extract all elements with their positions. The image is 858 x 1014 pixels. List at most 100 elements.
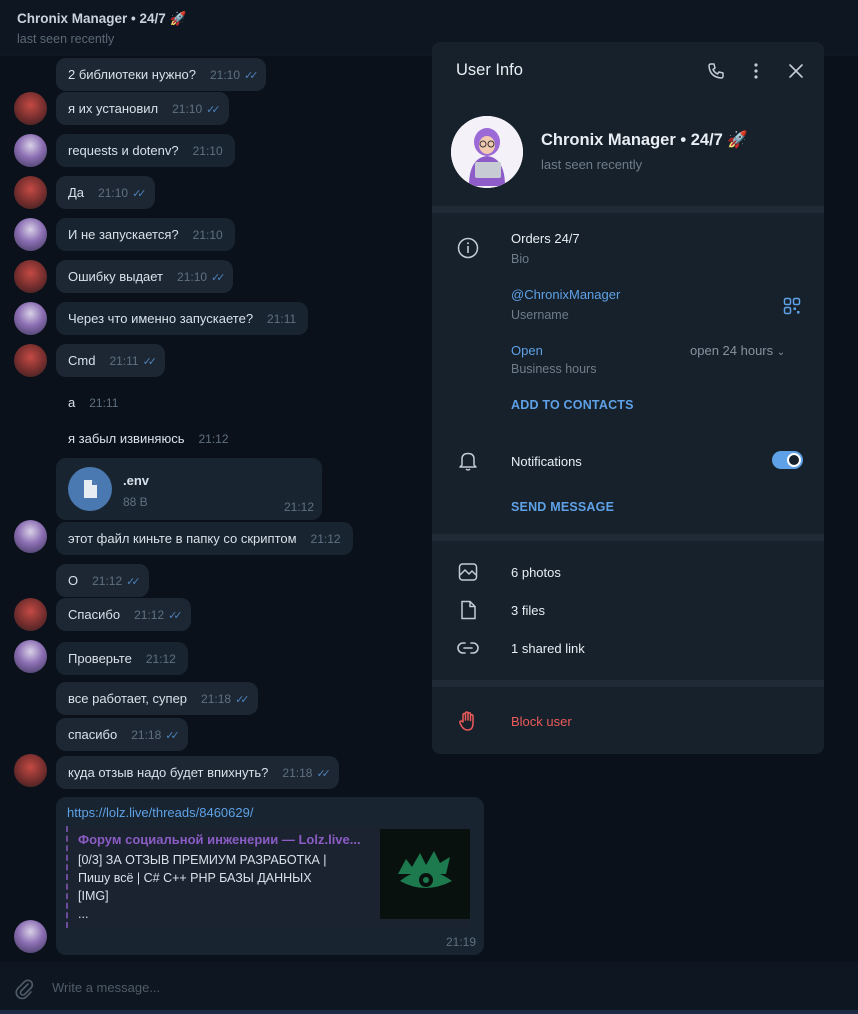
bio-label: Bio: [511, 252, 530, 266]
message-bubble[interactable]: я забыл извиняюсь 21:12: [56, 422, 241, 455]
message-time: 21:18: [201, 692, 232, 706]
file-name: .env: [123, 473, 150, 488]
read-checks-icon: ✓✓: [206, 104, 221, 116]
message-bubble[interactable]: все работает, супер 21:18 ✓✓: [56, 682, 258, 715]
avatar[interactable]: [14, 344, 47, 377]
avatar[interactable]: [14, 520, 47, 553]
shared-links-item[interactable]: 1 shared link: [511, 641, 585, 656]
message-bubble[interactable]: спасибо 21:18 ✓✓: [56, 718, 188, 751]
send-message-button[interactable]: SEND MESSAGE: [511, 500, 614, 514]
qr-code-button[interactable]: [780, 294, 804, 318]
add-to-contacts-button[interactable]: ADD TO CONTACTS: [511, 398, 634, 412]
username-link[interactable]: @ChronixManager: [511, 287, 620, 302]
close-button[interactable]: [784, 59, 808, 83]
avatar[interactable]: [14, 260, 47, 293]
section-divider: [432, 206, 824, 213]
attach-icon[interactable]: [14, 978, 34, 1000]
message-bubble[interactable]: Проверьте 21:12: [56, 642, 188, 675]
link-message[interactable]: https://lolz.live/threads/8460629/ Форум…: [56, 797, 484, 955]
avatar[interactable]: [14, 134, 47, 167]
chat-status: last seen recently: [17, 32, 115, 46]
file-size: 88 B: [123, 495, 148, 509]
business-hours-label: Business hours: [511, 362, 597, 376]
message-text: куда отзыв надо будет впихнуть?: [68, 765, 269, 780]
business-hours-value: open 24 hours: [690, 343, 774, 358]
toggle-knob: [787, 453, 801, 467]
message-text: Cmd: [68, 353, 96, 368]
avatar[interactable]: [14, 640, 47, 673]
message-text: И не запускается?: [68, 227, 179, 242]
message-text: Ошибку выдает: [68, 269, 164, 284]
message-time: 21:11: [109, 354, 139, 368]
message-text: Проверьте: [68, 651, 132, 666]
more-button[interactable]: [744, 59, 768, 83]
profile-avatar[interactable]: [451, 116, 523, 188]
username-label: Username: [511, 308, 569, 322]
avatar[interactable]: [14, 176, 47, 209]
message-bubble[interactable]: requests и dotenv? 21:10: [56, 134, 235, 167]
avatar[interactable]: [14, 302, 47, 335]
message-bubble[interactable]: О 21:12 ✓✓: [56, 564, 149, 597]
phone-icon: [708, 63, 724, 79]
chat-title: Chronix Manager • 24/7 🚀: [17, 11, 187, 26]
file-message[interactable]: .env 88 B 21:12: [56, 458, 322, 520]
read-checks-icon: ✓✓: [244, 70, 259, 82]
message-text: а: [68, 395, 76, 410]
file-icon[interactable]: [68, 467, 112, 511]
profile-avatar-image: [451, 116, 523, 188]
message-text: Через что именно запускаете?: [68, 311, 254, 326]
user-info-panel: User Info Chronix Manager • 24/7 🚀 last …: [432, 42, 824, 754]
link-preview-description: [0/3] ЗА ОТЗЫВ ПРЕМИУМ РАЗРАБОТКА | Пишу…: [78, 853, 327, 921]
avatar[interactable]: [14, 218, 47, 251]
call-button[interactable]: [704, 59, 728, 83]
shared-files-item[interactable]: 3 files: [511, 603, 545, 618]
notifications-toggle[interactable]: [772, 451, 803, 469]
avatar[interactable]: [14, 92, 47, 125]
bottom-divider: [0, 1010, 858, 1014]
shared-photos-item[interactable]: 6 photos: [511, 565, 561, 580]
message-bubble[interactable]: я их установил 21:10 ✓✓: [56, 92, 229, 125]
bell-icon: [456, 449, 480, 473]
link-icon: [456, 636, 480, 660]
link-preview-site: Форум социальной инженерии — Lolz.live..…: [78, 832, 361, 847]
message-text: requests и dotenv?: [68, 143, 179, 158]
message-text: Спасибо: [68, 607, 121, 622]
read-checks-icon: ✓✓: [165, 730, 180, 742]
message-time: 21:19: [445, 935, 476, 949]
message-text: я забыл извиняюсь: [68, 431, 185, 446]
message-text: все работает, супер: [68, 691, 188, 706]
message-bubble[interactable]: И не запускается? 21:10: [56, 218, 235, 251]
message-bubble[interactable]: Спасибо 21:12 ✓✓: [56, 598, 191, 631]
message-bubble[interactable]: 2 библиотеки нужно? 21:10 ✓✓: [56, 58, 267, 91]
profile-name: Chronix Manager • 24/7 🚀: [541, 131, 748, 149]
read-checks-icon: ✓✓: [211, 272, 226, 284]
qr-code-icon: [783, 297, 801, 315]
business-hours-status[interactable]: Open: [511, 343, 543, 358]
link-preview[interactable]: Форум социальной инженерии — Lolz.live..…: [66, 826, 470, 928]
message-bubble[interactable]: Через что именно запускаете? 21:11: [56, 302, 309, 335]
block-user-button[interactable]: Block user: [511, 714, 572, 729]
avatar[interactable]: [14, 920, 47, 953]
chevron-down-icon: ⌄: [776, 347, 786, 358]
message-text: спасибо: [68, 727, 118, 742]
message-bubble[interactable]: Ошибку выдает 21:10 ✓✓: [56, 260, 234, 293]
message-bubble[interactable]: куда отзыв надо будет впихнуть? 21:18 ✓✓: [56, 756, 339, 789]
message-text: этот файл киньте в папку со скриптом: [68, 531, 297, 546]
message-time: 21:11: [89, 396, 119, 410]
panel-title: User Info: [456, 61, 523, 79]
block-hand-icon: [456, 709, 480, 733]
message-bubble[interactable]: Cmd 21:11 ✓✓: [56, 344, 166, 377]
message-text: 2 библиотеки нужно?: [68, 67, 196, 82]
message-bubble[interactable]: этот файл киньте в папку со скриптом 21:1…: [56, 522, 353, 555]
message-bubble[interactable]: а 21:11: [56, 386, 130, 419]
avatar[interactable]: [14, 754, 47, 787]
message-text: я их установил: [68, 101, 159, 116]
message-input[interactable]: [46, 970, 836, 1008]
message-link[interactable]: https://lolz.live/threads/8460629/: [67, 805, 253, 820]
read-checks-icon: ✓✓: [235, 694, 250, 706]
message-bubble[interactable]: Да 21:10 ✓✓: [56, 176, 155, 209]
message-time: 21:12: [310, 532, 341, 546]
business-hours-dropdown[interactable]: open 24 hours ⌄: [690, 343, 785, 358]
message-time: 21:18: [282, 766, 313, 780]
avatar[interactable]: [14, 598, 47, 631]
